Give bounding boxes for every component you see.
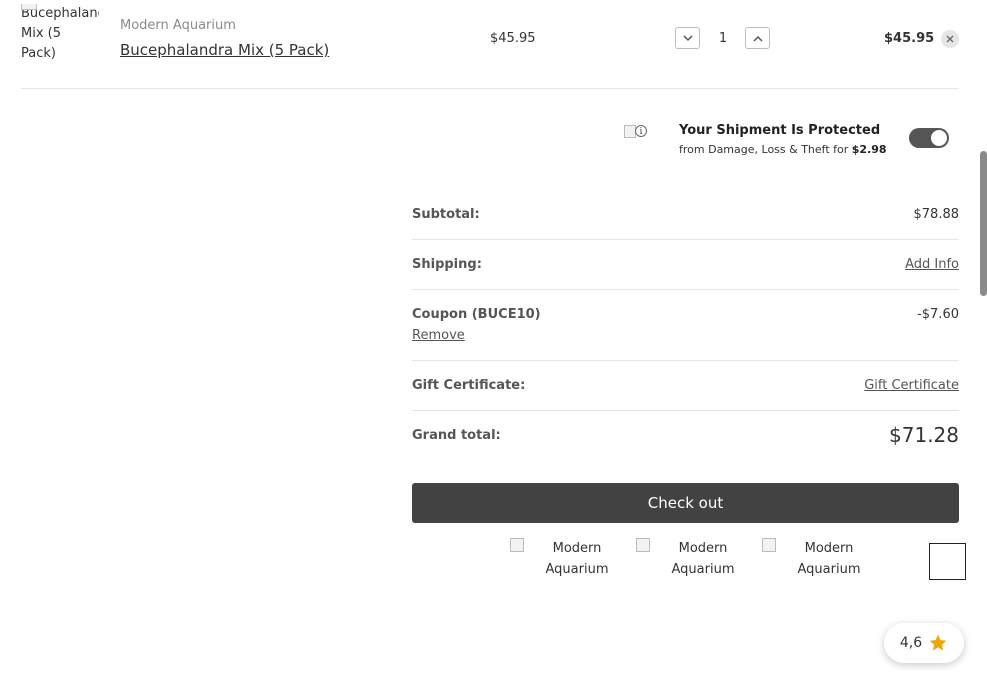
divider — [412, 360, 959, 361]
protection-title: Your Shipment Is Protected — [679, 123, 881, 138]
broken-image-icon — [762, 538, 776, 552]
grand-total-value: $71.28 — [889, 423, 959, 447]
subtotal-label: Subtotal: — [412, 207, 480, 222]
checkout-button[interactable]: Check out — [412, 483, 959, 523]
protection-subtitle: from Damage, Loss & Theft for $2.98 — [679, 143, 887, 156]
rating-value: 4,6 — [899, 635, 923, 651]
payment-logo: Modern Aquarium — [636, 538, 736, 582]
coupon-label: Coupon (BUCE10) — [412, 307, 541, 322]
star-icon — [929, 634, 947, 651]
protection-toggle[interactable] — [909, 128, 949, 148]
protection-fee: $2.98 — [851, 143, 887, 156]
divider — [412, 239, 959, 240]
gift-certificate-label: Gift Certificate: — [412, 378, 526, 393]
broken-image-icon — [510, 538, 524, 552]
broken-image-icon — [636, 538, 650, 552]
shipping-add-info-link[interactable]: Add Info — [905, 257, 959, 272]
gift-certificate-link[interactable]: Gift Certificate — [864, 378, 959, 393]
product-brand: Modern Aquarium — [120, 18, 236, 33]
quantity-increase-button[interactable] — [745, 27, 770, 49]
divider — [412, 289, 959, 290]
payment-logo: Modern Aquarium — [762, 538, 862, 582]
quantity-value[interactable]: 1 — [714, 31, 732, 46]
toggle-knob — [931, 130, 947, 146]
close-icon — [946, 35, 954, 43]
floating-widget-button[interactable] — [929, 543, 966, 580]
quantity-decrease-button[interactable] — [675, 27, 700, 49]
line-total: $45.95 — [884, 31, 935, 46]
divider — [21, 88, 959, 89]
info-icon[interactable]: i — [635, 125, 647, 137]
shipping-label: Shipping: — [412, 257, 482, 272]
subtotal-value: $78.88 — [913, 207, 960, 222]
product-image-alt-text: Bucephalandra Mix (5 Pack) — [21, 6, 99, 61]
protection-subtitle-text: from Damage, Loss & Theft for — [679, 143, 849, 156]
payment-logo-alt: Modern Aquarium — [797, 541, 861, 577]
broken-image-icon — [21, 4, 37, 10]
chevron-up-icon — [752, 35, 763, 42]
payment-logo: Modern Aquarium — [510, 538, 610, 582]
payment-logo-alt: Modern Aquarium — [545, 541, 609, 577]
scrollbar-thumb[interactable] — [980, 151, 987, 296]
coupon-value: -$7.60 — [917, 307, 959, 322]
product-image[interactable]: Bucephalandra Mix (5 Pack) — [21, 4, 99, 68]
remove-item-button[interactable] — [941, 30, 959, 48]
product-unit-price: $45.95 — [490, 31, 536, 46]
rating-badge[interactable]: 4,6 — [884, 623, 964, 663]
coupon-remove-link[interactable]: Remove — [412, 328, 465, 343]
grand-total-label: Grand total: — [412, 428, 501, 443]
product-name-link[interactable]: Bucephalandra Mix (5 Pack) — [120, 41, 329, 59]
payment-logo-alt: Modern Aquarium — [671, 541, 735, 577]
protection-logo: i — [624, 125, 648, 139]
chevron-down-icon — [682, 34, 693, 41]
divider — [412, 410, 959, 411]
